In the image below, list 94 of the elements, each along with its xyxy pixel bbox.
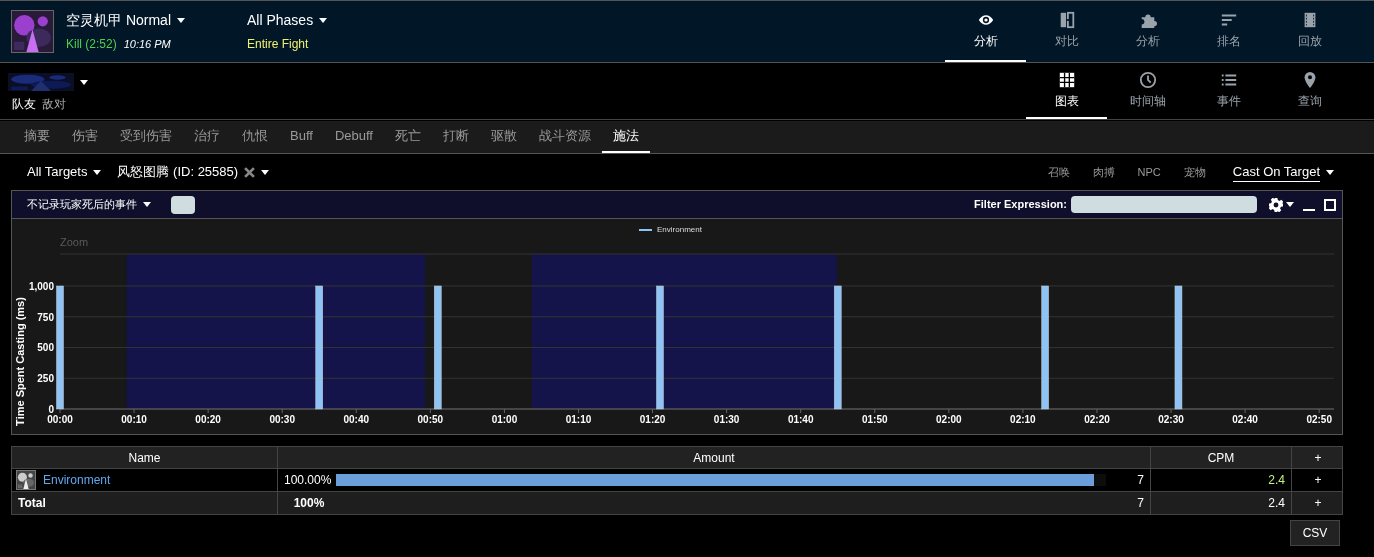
nav-tab[interactable]: 分析 [1107, 1, 1188, 62]
x-tick-label: 00:40 [343, 414, 370, 425]
grid-icon [1057, 70, 1076, 89]
y-tick-label: 0 [48, 404, 54, 415]
cpm-value: 2.4 [1268, 495, 1285, 512]
expand-button[interactable]: + [1310, 494, 1326, 512]
y-axis-title: Time Spent Casting (ms) [14, 297, 26, 426]
report-tab[interactable]: 战斗资源 [527, 121, 602, 153]
death-filter-selector[interactable]: 不记录玩家死后的事件 [27, 196, 137, 213]
x-tick-label: 01:20 [639, 414, 666, 425]
view-tab[interactable]: 事件 [1188, 63, 1269, 119]
caret-icon [177, 18, 185, 23]
count-value: 7 [1137, 472, 1144, 489]
maximize-icon[interactable] [1324, 198, 1336, 211]
filter-label: Filter Expression: [974, 197, 1067, 213]
view-tab[interactable]: 查询 [1269, 63, 1350, 119]
side-filter[interactable]: 队友 [12, 95, 36, 113]
filter-expression-field[interactable] [1071, 196, 1257, 213]
x-tick-label: 02:10 [1010, 414, 1036, 425]
count-value: 7 [1137, 495, 1144, 512]
caret-icon [1286, 202, 1294, 207]
filter-option[interactable]: NPC [1137, 163, 1161, 181]
legend-line [638, 229, 653, 231]
caret-icon [93, 169, 102, 175]
expand-button[interactable]: + [1310, 471, 1326, 489]
clock-icon [1138, 70, 1157, 89]
toggle-switch[interactable] [171, 195, 195, 214]
nav-tab[interactable]: 回放 [1269, 1, 1350, 62]
close-icon[interactable] [244, 166, 256, 178]
x-tick-label: 02:40 [1232, 414, 1258, 425]
x-tick-label: 02:50 [1306, 414, 1332, 425]
x-tick-label: 01:50 [862, 414, 888, 425]
view-tab[interactable]: 时间轴 [1107, 63, 1188, 119]
nav-tab[interactable]: 分析 [945, 1, 1026, 62]
nav-tab[interactable]: 排名 [1188, 1, 1269, 62]
report-tab[interactable]: 仇恨 [231, 121, 279, 153]
zoom-label: Zoom [60, 236, 89, 248]
y-tick-label: 250 [37, 373, 54, 385]
fight-result: Kill (2:52) [66, 36, 117, 53]
y-tick-label: 1,000 [28, 281, 54, 292]
phase-subtitle: Entire Fight [247, 36, 310, 53]
report-tab[interactable]: 伤害 [61, 121, 109, 153]
column-header: + [1313, 449, 1323, 467]
y-tick-label: 750 [37, 311, 54, 323]
legend-label: Environment [657, 225, 702, 234]
target-selector[interactable]: All Targets [27, 162, 88, 182]
x-tick-label: 00:10 [121, 414, 147, 425]
column-header: Name [12, 447, 278, 468]
report-tab[interactable]: 死亡 [383, 121, 432, 153]
source-name[interactable]: Environment [43, 471, 111, 489]
x-tick-label: 01:30 [713, 414, 740, 425]
x-tick-label: 00:20 [195, 414, 221, 425]
ability-selector[interactable]: 风怒图腾 (ID: 25585) [117, 162, 239, 182]
settings-icon[interactable] [1269, 197, 1283, 212]
caret-icon [1326, 169, 1334, 175]
cpm-value: 2.4 [1268, 472, 1285, 489]
report-tab[interactable]: 施法 [601, 121, 650, 153]
side-filter[interactable]: 敌对 [42, 95, 66, 113]
caret-icon [319, 18, 328, 23]
x-tick-label: 02:30 [1158, 414, 1184, 425]
phase-selector[interactable]: All Phases [247, 10, 314, 31]
report-tab[interactable]: Buff [279, 121, 324, 153]
column-header: Amount [278, 447, 1151, 468]
caret-icon [261, 169, 270, 175]
table-cell-text: Total [17, 495, 46, 512]
x-tick-label: 01:00 [491, 414, 518, 425]
x-tick-label: 00:50 [417, 414, 444, 425]
x-tick-label: 01:40 [787, 414, 814, 425]
report-tab[interactable]: Debuff [323, 121, 384, 153]
y-tick-label: 500 [37, 342, 54, 354]
report-tab[interactable]: 打断 [431, 121, 480, 153]
filter-option[interactable]: 召唤 [1047, 163, 1070, 181]
filter-option[interactable]: 肉搏 [1092, 163, 1115, 181]
x-tick-label: 02:20 [1084, 414, 1110, 425]
fight-time: 10:16 PM [123, 37, 171, 52]
report-tab[interactable]: 摘要 [13, 121, 61, 153]
x-tick-label: 01:10 [565, 414, 592, 425]
x-tick-label: 00:30 [269, 414, 295, 425]
cast-mode-selector[interactable]: Cast On Target [1232, 161, 1320, 183]
x-tick-label: 00:00 [47, 414, 73, 425]
nav-tab[interactable]: 对比 [1026, 1, 1107, 62]
percent-value: 100% [292, 495, 326, 512]
column-header: CPM [1151, 447, 1292, 468]
csv-button[interactable]: CSV [1290, 520, 1340, 546]
report-tab[interactable]: 驱散 [479, 121, 528, 153]
caret-icon [143, 202, 151, 207]
x-tick-label: 02:00 [936, 414, 962, 425]
report-tab[interactable]: 治疗 [183, 121, 231, 153]
percent-value: 100.00% [284, 472, 333, 489]
report-tab[interactable]: 受到伤害 [109, 121, 183, 153]
view-tab[interactable]: 图表 [1026, 63, 1107, 119]
encounter-name[interactable]: 空灵机甲 Normal [66, 10, 171, 31]
filter-option[interactable]: 宠物 [1183, 163, 1206, 181]
caret-icon [80, 79, 88, 85]
